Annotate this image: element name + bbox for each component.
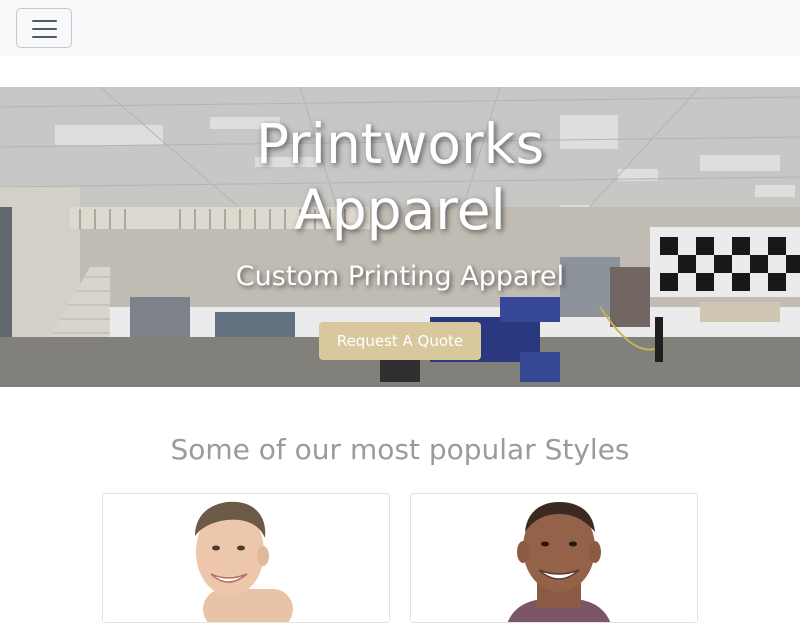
hero-banner: Printworks Apparel Custom Printing Appar…: [0, 87, 800, 387]
hamburger-menu-icon-bar: [32, 28, 57, 30]
hamburger-menu-icon: [32, 20, 57, 22]
style-card[interactable]: [410, 493, 698, 623]
request-quote-button[interactable]: Request A Quote: [319, 322, 481, 360]
hamburger-menu-icon-bar: [32, 36, 57, 38]
styles-section-heading: Some of our most popular Styles: [170, 433, 630, 466]
style-card[interactable]: [102, 493, 390, 623]
hero-subtitle: Custom Printing Apparel: [235, 261, 565, 292]
model-photo-man-light-hair: [195, 501, 293, 622]
hero-title-line-1: Printworks: [255, 112, 545, 176]
hero-title: Printworks Apparel: [0, 111, 800, 243]
model-photo-man-shaved-head: [507, 502, 611, 622]
navbar: [0, 0, 800, 56]
hero-title-line-2: Apparel: [294, 178, 506, 242]
navbar-toggler-button[interactable]: [16, 8, 72, 48]
